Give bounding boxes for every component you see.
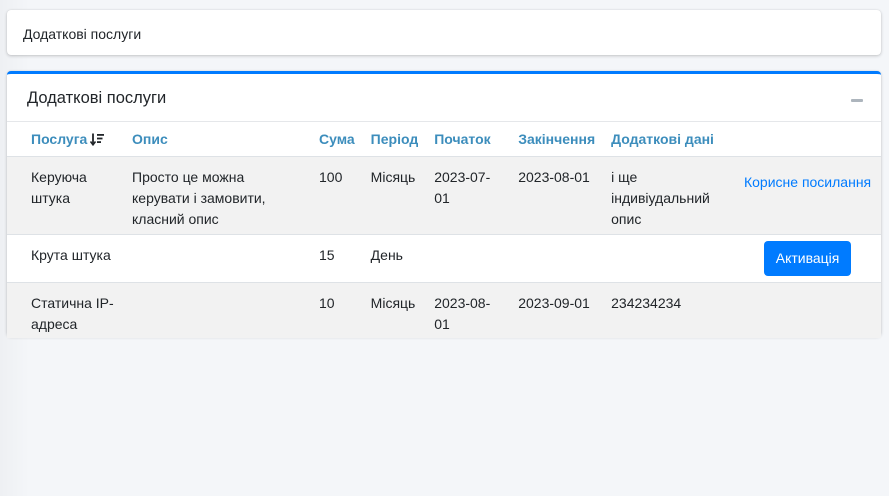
table-row: Крута штука 15 День Активація: [7, 234, 881, 283]
sort-descending-icon[interactable]: [90, 133, 105, 146]
cell-end: 2023-08-01: [510, 156, 604, 235]
header-description[interactable]: Опис: [124, 122, 311, 157]
cell-description: [124, 234, 311, 283]
breadcrumb: Додаткові послуги: [7, 10, 881, 55]
card-title: Додаткові послуги: [27, 89, 167, 107]
cell-action: Активація: [734, 234, 881, 283]
header-end[interactable]: Закінчення: [510, 122, 604, 157]
cell-service: Статична IP-адреса: [7, 282, 124, 338]
header-service[interactable]: Послуга: [7, 122, 124, 157]
header-extra-label[interactable]: Додаткові дані: [611, 131, 714, 147]
header-service-label[interactable]: Послуга: [31, 131, 87, 147]
header-period-label[interactable]: Період: [371, 131, 419, 147]
header-end-label[interactable]: Закінчення: [518, 131, 595, 147]
cell-sum: 15: [311, 234, 363, 283]
cell-start: 2023-08-01: [426, 282, 511, 338]
cell-end: [510, 234, 604, 283]
page: Додаткові послуги Додаткові послуги Посл…: [0, 0, 889, 496]
header-start-label[interactable]: Початок: [434, 131, 490, 147]
header-description-label[interactable]: Опис: [132, 131, 168, 147]
header-action: [734, 122, 881, 157]
cell-end: 2023-09-01: [510, 282, 604, 338]
activate-button[interactable]: Активація: [763, 241, 852, 276]
table-header-row: Послуга Опис Сума Період Початок Закінче…: [7, 122, 881, 157]
cell-description: [124, 282, 311, 338]
header-period[interactable]: Період: [362, 122, 427, 157]
cell-action: [734, 282, 881, 338]
cell-sum: 10: [311, 282, 363, 338]
card-header: Додаткові послуги: [7, 74, 881, 122]
services-table: Послуга Опис Сума Період Початок Закінче…: [7, 122, 881, 338]
cell-extra: [603, 234, 735, 283]
header-extra[interactable]: Додаткові дані: [603, 122, 735, 157]
cell-period: День: [362, 234, 427, 283]
header-sum[interactable]: Сума: [311, 122, 363, 157]
header-start[interactable]: Початок: [426, 122, 511, 157]
cell-period: Місяць: [362, 156, 427, 235]
cell-service: Крута штука: [7, 234, 124, 283]
cell-service: Керуюча штука: [7, 156, 124, 235]
cell-start: [426, 234, 511, 283]
cell-period: Місяць: [362, 282, 427, 338]
table-row: Керуюча штука Просто це можна керувати і…: [7, 156, 881, 235]
cell-extra: і ще індивіудальний опис: [603, 156, 735, 235]
minus-icon: [851, 99, 863, 102]
cell-start: 2023-07-01: [426, 156, 511, 235]
cell-action: Корисне посилання: [734, 156, 881, 235]
cell-description: Просто це можна керувати і замовити, кла…: [124, 156, 311, 235]
cell-sum: 100: [311, 156, 363, 235]
useful-link[interactable]: Корисне посилання: [742, 167, 873, 193]
breadcrumb-title: Додаткові послуги: [23, 26, 142, 42]
services-card: Додаткові послуги Послуга Опис Сума Пері…: [7, 71, 881, 338]
table-row: Статична IP-адреса 10 Місяць 2023-08-01 …: [7, 282, 881, 338]
cell-extra: 234234234: [603, 282, 735, 338]
header-sum-label[interactable]: Сума: [319, 131, 355, 147]
collapse-button[interactable]: [849, 90, 865, 106]
